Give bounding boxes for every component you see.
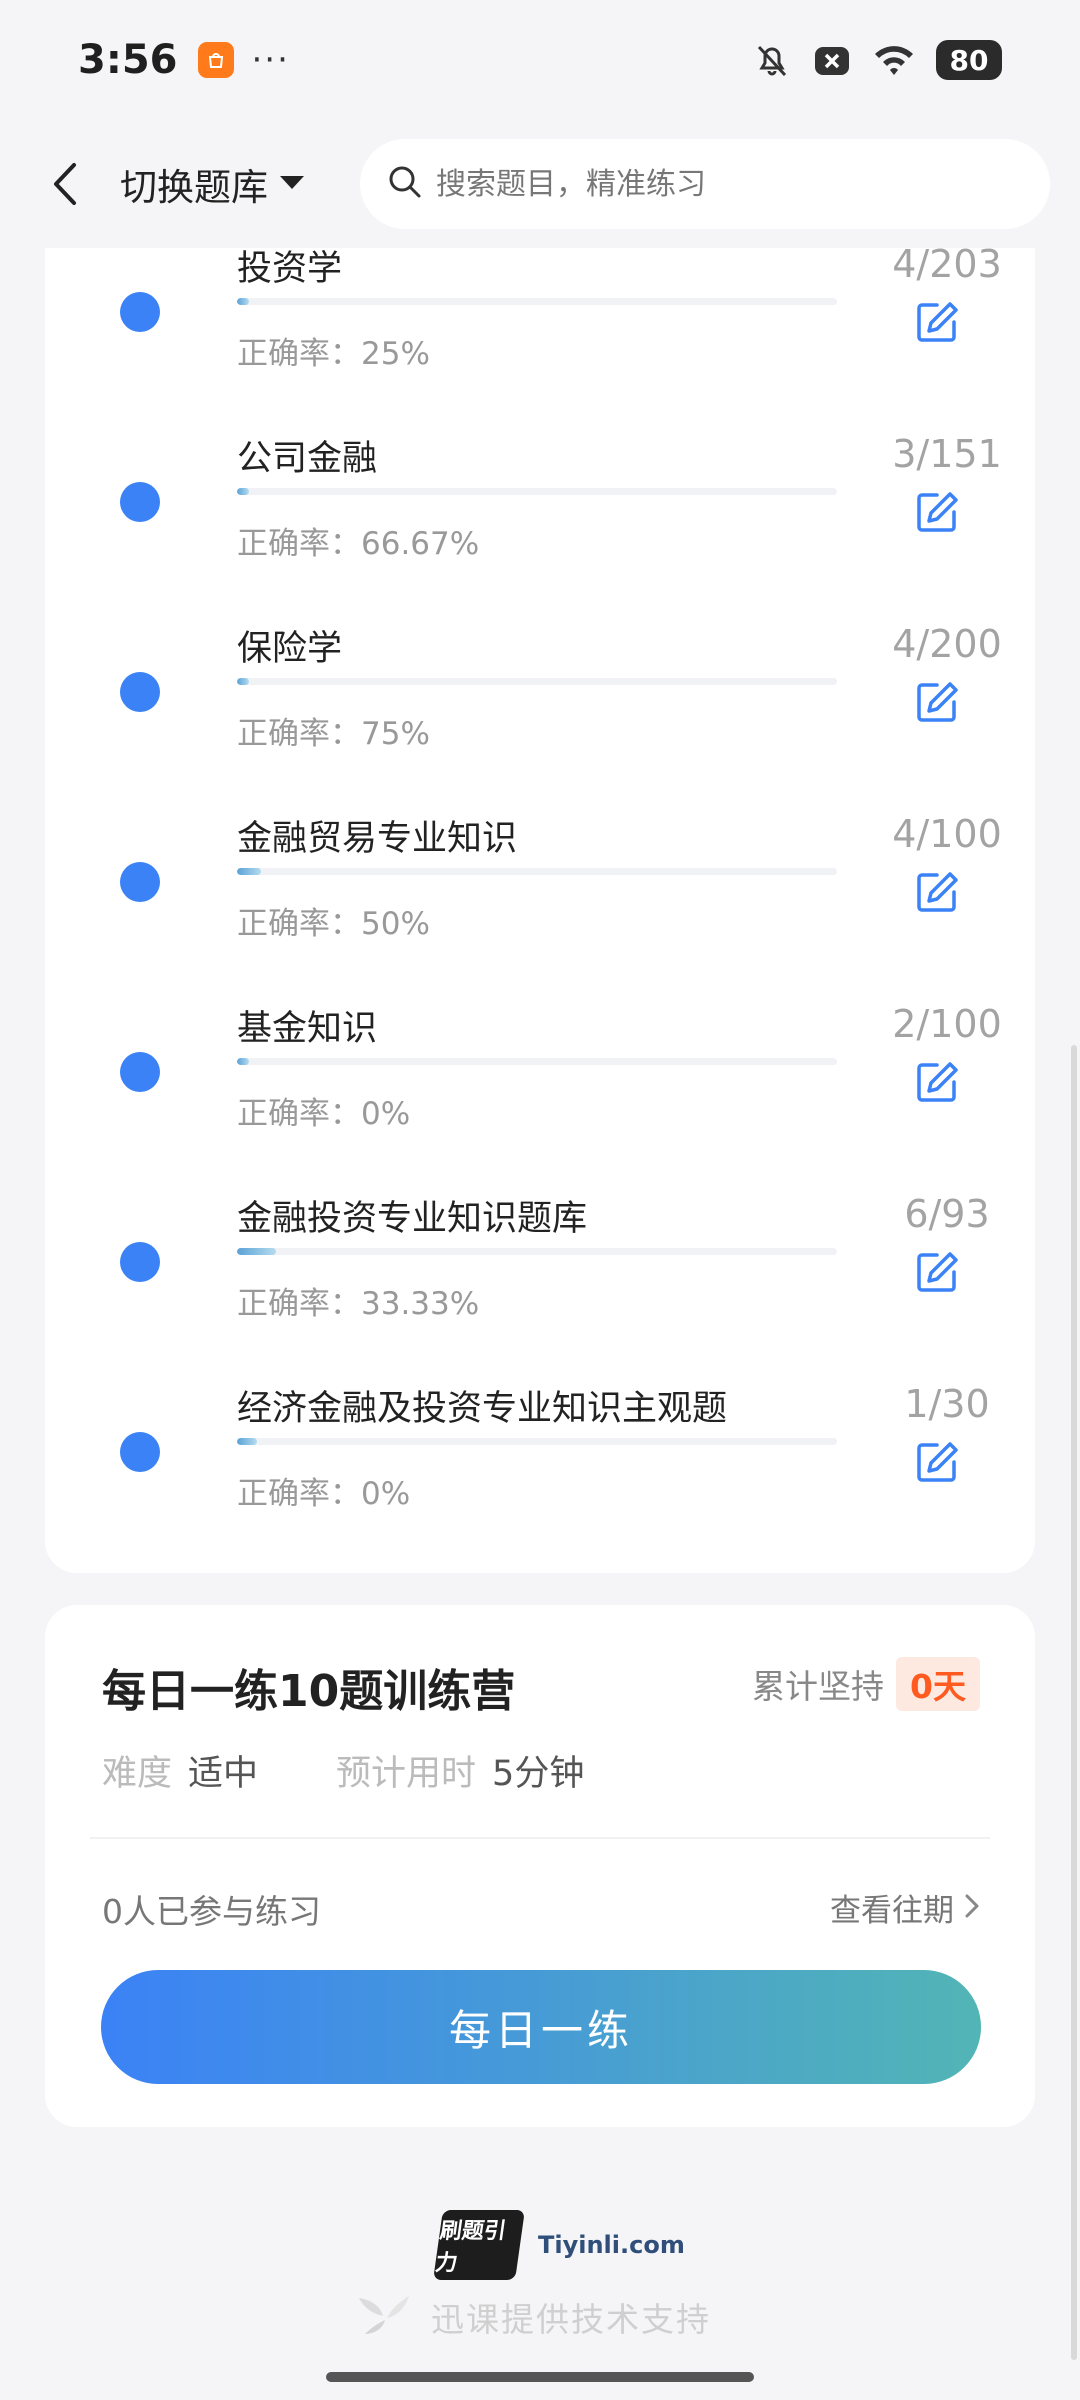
subject-item[interactable]: 投资学 正确率：25% 4/203 bbox=[45, 240, 1035, 430]
home-indicator[interactable] bbox=[326, 2372, 754, 2382]
caret-down-icon bbox=[278, 173, 306, 195]
participants-count: 0人已参与练习 bbox=[102, 1892, 321, 1931]
streak-label: 累计坚持 bbox=[752, 1667, 885, 1706]
mute-bell-icon bbox=[752, 40, 792, 80]
question-count: 4/203 bbox=[892, 242, 1002, 286]
edit-icon[interactable] bbox=[913, 1248, 961, 1296]
close-box-icon bbox=[812, 40, 852, 80]
daily-meta: 难度 适中 预计用时 5分钟 bbox=[102, 1745, 584, 1796]
subject-item[interactable]: 经济金融及投资专业知识主观题 正确率：0% 1/30 bbox=[45, 1380, 1035, 1570]
switch-question-bank-dropdown[interactable]: 切换题库 bbox=[120, 157, 306, 211]
time-value: 5分钟 bbox=[492, 1754, 585, 1794]
time-label: 预计用时 bbox=[336, 1754, 477, 1794]
subject-dot bbox=[120, 1432, 160, 1472]
question-count: 4/100 bbox=[892, 812, 1002, 856]
divider bbox=[90, 1837, 990, 1839]
subject-name: 金融贸易专业知识 bbox=[237, 819, 518, 859]
subject-name: 经济金融及投资专业知识主观题 bbox=[237, 1389, 728, 1429]
daily-practice-title: 每日一练10题训练营 bbox=[102, 1666, 516, 1717]
question-count: 2/100 bbox=[892, 1002, 1002, 1046]
subject-item[interactable]: 金融投资专业知识题库 正确率：33.33% 6/93 bbox=[45, 1190, 1035, 1380]
progress-track bbox=[237, 488, 837, 495]
back-arrow-icon[interactable] bbox=[40, 154, 90, 214]
subject-dot bbox=[120, 482, 160, 522]
progress-fill bbox=[237, 678, 249, 685]
edit-icon[interactable] bbox=[913, 1058, 961, 1106]
question-count: 1/30 bbox=[904, 1382, 990, 1426]
subject-name: 基金知识 bbox=[237, 1009, 378, 1049]
app-notification-icon bbox=[197, 42, 234, 78]
subject-name: 公司金融 bbox=[237, 439, 378, 479]
question-count: 4/200 bbox=[892, 622, 1002, 666]
edit-icon[interactable] bbox=[913, 1438, 961, 1486]
accuracy-text: 正确率：33.33% bbox=[237, 1286, 480, 1322]
accuracy-text: 正确率：25% bbox=[237, 336, 430, 372]
wifi-icon bbox=[872, 40, 916, 80]
accuracy-text: 正确率：75% bbox=[237, 716, 430, 752]
scrollbar[interactable] bbox=[1071, 1045, 1077, 2360]
subject-dot bbox=[120, 292, 160, 332]
chevron-right-icon bbox=[964, 1893, 980, 1923]
history-label: 查看往期 bbox=[830, 1893, 954, 1929]
subject-item[interactable]: 金融贸易专业知识 正确率：50% 4/100 bbox=[45, 810, 1035, 1000]
progress-track bbox=[237, 298, 837, 305]
header-bar: 切换题库 bbox=[0, 120, 1080, 248]
status-icons: 80 bbox=[752, 40, 1002, 80]
switch-bank-label: 切换题库 bbox=[120, 166, 268, 209]
difficulty-value: 适中 bbox=[188, 1754, 259, 1794]
battery-indicator: 80 bbox=[936, 40, 1002, 80]
accuracy-text: 正确率：0% bbox=[237, 1096, 411, 1132]
daily-practice-card: 每日一练10题训练营 累计坚持 0天 难度 适中 预计用时 5分钟 0人已参与练… bbox=[45, 1605, 1035, 2127]
daily-practice-button[interactable]: 每日一练 bbox=[101, 1970, 981, 2084]
progress-fill bbox=[237, 1248, 276, 1255]
footer-support: 迅课提供技术支持 bbox=[355, 2292, 711, 2342]
progress-fill bbox=[237, 868, 261, 875]
tech-support-text: 迅课提供技术支持 bbox=[431, 2300, 711, 2339]
subject-item[interactable]: 基金知识 正确率：0% 2/100 bbox=[45, 1000, 1035, 1190]
edit-icon[interactable] bbox=[913, 488, 961, 536]
question-count: 3/151 bbox=[892, 432, 1002, 476]
progress-track bbox=[237, 1058, 837, 1065]
view-history-link[interactable]: 查看往期 bbox=[830, 1885, 980, 1930]
edit-icon[interactable] bbox=[913, 868, 961, 916]
search-icon bbox=[388, 165, 422, 203]
search-input[interactable] bbox=[436, 166, 996, 202]
subject-item[interactable]: 公司金融 正确率：66.67% 3/151 bbox=[45, 430, 1035, 620]
progress-fill bbox=[237, 1438, 257, 1445]
question-count: 6/93 bbox=[904, 1192, 990, 1236]
more-notifications-icon: ··· bbox=[251, 40, 290, 80]
subject-name: 金融投资专业知识题库 bbox=[237, 1199, 588, 1239]
subject-item[interactable]: 保险学 正确率：75% 4/200 bbox=[45, 620, 1035, 810]
search-box[interactable] bbox=[360, 139, 1050, 229]
accuracy-text: 正确率：50% bbox=[237, 906, 430, 942]
footer-logo: 刷题引力 Tiyinli.com bbox=[433, 2210, 685, 2280]
brand-logo: 刷题引力 bbox=[433, 2210, 525, 2280]
subject-dot bbox=[120, 1052, 160, 1092]
subject-dot bbox=[120, 1242, 160, 1282]
brand-domain: Tiyinli.com bbox=[538, 2231, 685, 2259]
status-time: 3:56 bbox=[78, 37, 178, 83]
subject-name: 保险学 bbox=[237, 629, 343, 669]
streak-info: 累计坚持 0天 bbox=[752, 1657, 980, 1711]
progress-track bbox=[237, 868, 837, 875]
progress-track bbox=[237, 678, 837, 685]
edit-icon[interactable] bbox=[913, 678, 961, 726]
progress-track bbox=[237, 1438, 837, 1445]
progress-fill bbox=[237, 1058, 249, 1065]
edit-icon[interactable] bbox=[913, 298, 961, 346]
progress-fill bbox=[237, 488, 249, 495]
subject-list-card: 投资学 正确率：25% 4/203 公司金融 正确率：66.67% 3/151 … bbox=[45, 140, 1035, 1573]
streak-badge: 0天 bbox=[896, 1657, 980, 1711]
status-bar: 3:56 ··· 80 bbox=[0, 0, 1080, 120]
page: 3:56 ··· 80 投资学 正确率：25% 4/203 公司金融 正确率：6… bbox=[0, 0, 1080, 2400]
subject-dot bbox=[120, 862, 160, 902]
progress-track bbox=[237, 1248, 837, 1255]
subject-dot bbox=[120, 672, 160, 712]
accuracy-text: 正确率：66.67% bbox=[237, 526, 480, 562]
xunke-logo-icon bbox=[355, 2292, 413, 2342]
progress-fill bbox=[237, 298, 249, 305]
accuracy-text: 正确率：0% bbox=[237, 1476, 411, 1512]
difficulty-label: 难度 bbox=[102, 1754, 173, 1794]
